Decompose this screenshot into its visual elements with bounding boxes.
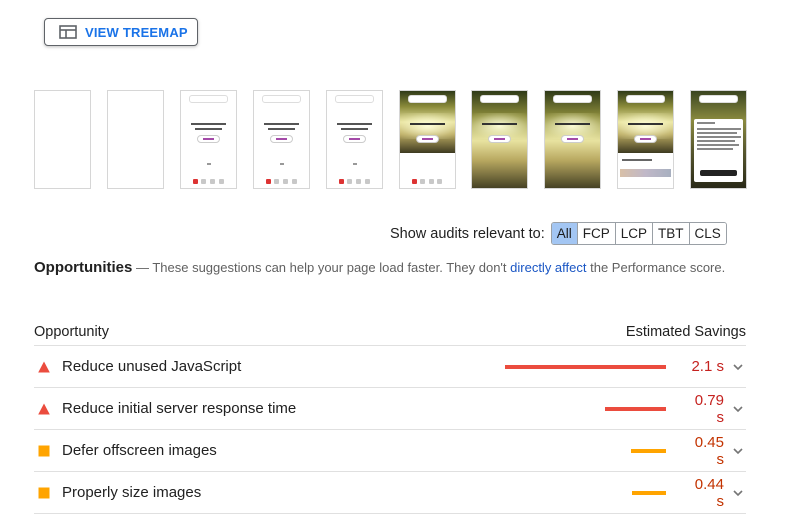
savings-bar	[605, 406, 666, 411]
filmstrip-frame	[106, 90, 164, 189]
opportunity-row[interactable]: Reduce unused JavaScript 2.1 s	[34, 346, 746, 388]
filmstrip-frame	[690, 90, 748, 189]
savings-value: 0.45 s	[694, 433, 724, 468]
chevron-down-icon[interactable]	[732, 445, 744, 457]
filter-all[interactable]: All	[551, 223, 577, 244]
savings-bar	[632, 490, 666, 495]
savings-bar	[631, 448, 666, 453]
chevron-down-icon[interactable]	[732, 403, 744, 415]
opportunity-title: Reduce initial server response time	[62, 400, 297, 417]
opportunities-table-header: Opportunity Estimated Savings	[34, 318, 746, 346]
opportunity-row[interactable]: Defer offscreen images 0.45 s	[34, 430, 746, 472]
filmstrip-frame	[179, 90, 237, 189]
savings-value: 2.1 s	[691, 358, 724, 375]
filmstrip-frame	[252, 90, 310, 189]
audit-filter-group: All FCP LCP TBT CLS	[550, 222, 727, 245]
average-square-icon	[38, 487, 50, 498]
audit-filter-label: Show audits relevant to:	[390, 225, 545, 242]
opportunity-title: Defer offscreen images	[62, 442, 217, 459]
opportunities-heading: Opportunities	[34, 259, 133, 276]
filmstrip-frame	[325, 90, 383, 189]
opportunity-title: Properly size images	[62, 484, 202, 501]
treemap-icon	[59, 25, 77, 39]
estimated-savings-column-header: Estimated Savings	[625, 323, 746, 340]
view-treemap-button[interactable]: VIEW TREEMAP	[44, 18, 198, 46]
filter-lcp[interactable]: LCP	[614, 223, 653, 244]
opportunities-description: Opportunities — These suggestions can he…	[34, 256, 754, 280]
opportunity-row[interactable]: Properly size images 0.44 s	[34, 472, 746, 514]
opportunity-row[interactable]: Reduce initial server response time 0.79 …	[34, 388, 746, 430]
audit-filter: Show audits relevant to: All FCP LCP TBT CLS	[390, 222, 727, 245]
opportunities-text-after: the Performance score.	[586, 260, 726, 275]
filter-cls[interactable]: CLS	[688, 223, 726, 244]
filmstrip-frame	[398, 90, 456, 189]
average-square-icon	[38, 445, 50, 456]
filmstrip-frame	[617, 90, 675, 189]
filmstrip-frame	[34, 90, 91, 189]
savings-bar	[505, 364, 666, 369]
chevron-down-icon[interactable]	[732, 487, 744, 499]
opportunity-title: Reduce unused JavaScript	[62, 358, 242, 375]
filter-tbt[interactable]: TBT	[652, 223, 689, 244]
filmstrip-frame	[471, 90, 529, 189]
opportunities-dash: —	[132, 260, 153, 275]
savings-value: 0.79 s	[694, 391, 724, 426]
filmstrip	[34, 90, 754, 190]
filmstrip-frame	[544, 90, 602, 189]
directly-affect-link[interactable]: directly affect	[510, 260, 586, 275]
opportunity-column-header: Opportunity	[34, 323, 109, 340]
savings-value: 0.44 s	[694, 475, 724, 510]
fail-triangle-icon	[38, 403, 50, 414]
opportunities-text-before: These suggestions can help your page loa…	[152, 260, 511, 275]
filter-fcp[interactable]: FCP	[576, 223, 615, 244]
chevron-down-icon[interactable]	[732, 361, 744, 373]
fail-triangle-icon	[38, 361, 50, 372]
view-treemap-label: VIEW TREEMAP	[85, 24, 188, 40]
